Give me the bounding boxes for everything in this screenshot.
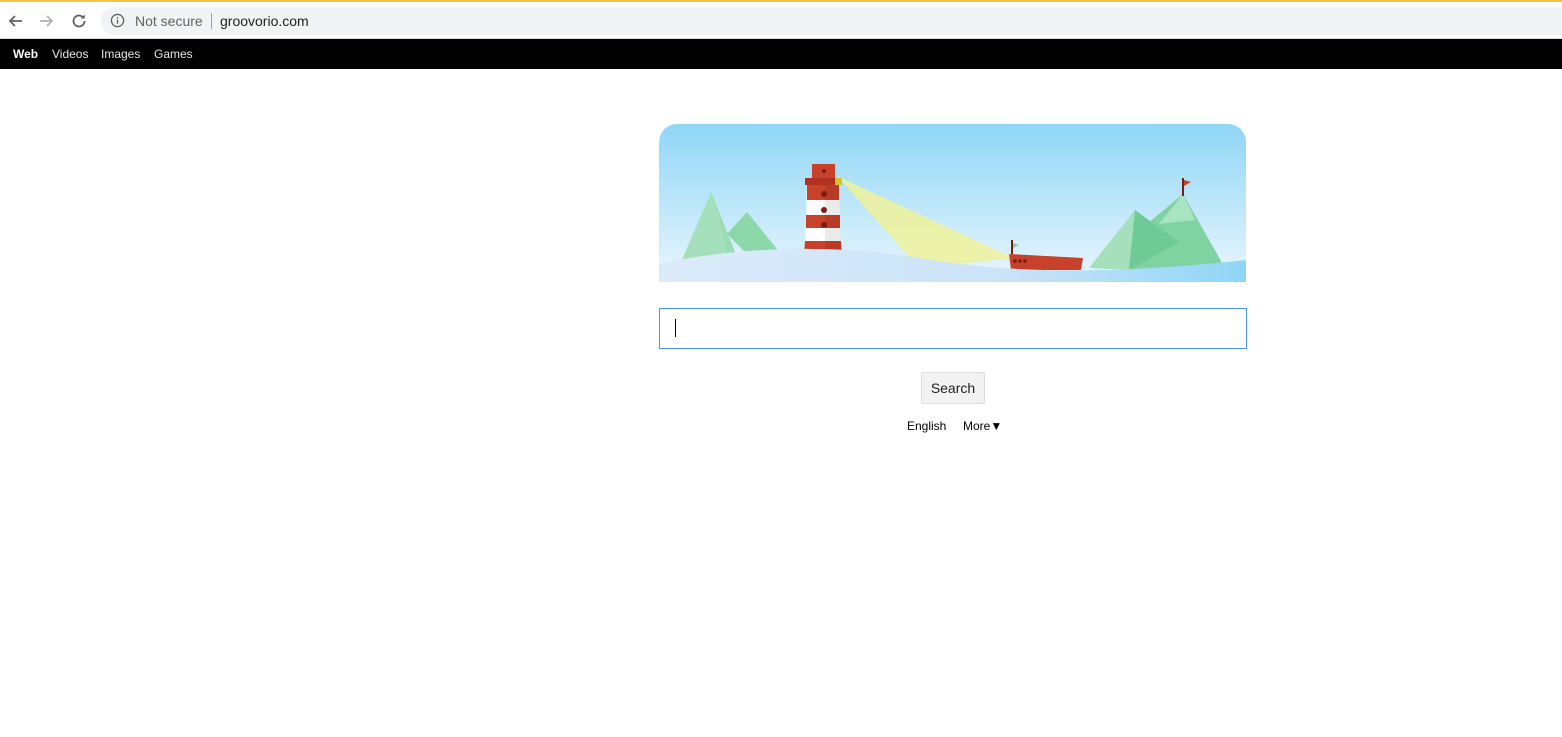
browser-toolbar: Not secure groovorio.com [0, 0, 1562, 39]
more-dropdown[interactable]: More▼ [963, 419, 1002, 433]
address-divider [211, 13, 212, 29]
address-bar[interactable]: Not secure groovorio.com [101, 7, 1562, 35]
top-nav-bar: Web Videos Images Games [0, 39, 1562, 69]
forward-arrow-icon[interactable] [34, 8, 60, 34]
search-input[interactable] [659, 308, 1247, 349]
nav-item-web[interactable]: Web [13, 47, 38, 61]
info-icon[interactable] [110, 13, 125, 33]
lighthouse-illustration [659, 124, 1246, 282]
text-caret [675, 319, 676, 337]
search-button[interactable]: Search [921, 372, 985, 404]
security-label[interactable]: Not secure [135, 13, 203, 29]
url-text[interactable]: groovorio.com [220, 13, 309, 29]
back-arrow-icon[interactable] [2, 8, 28, 34]
language-link[interactable]: English [907, 419, 946, 433]
reload-icon[interactable] [66, 8, 92, 34]
nav-item-games[interactable]: Games [154, 47, 193, 61]
nav-item-images[interactable]: Images [101, 47, 140, 61]
nav-item-videos[interactable]: Videos [52, 47, 88, 61]
